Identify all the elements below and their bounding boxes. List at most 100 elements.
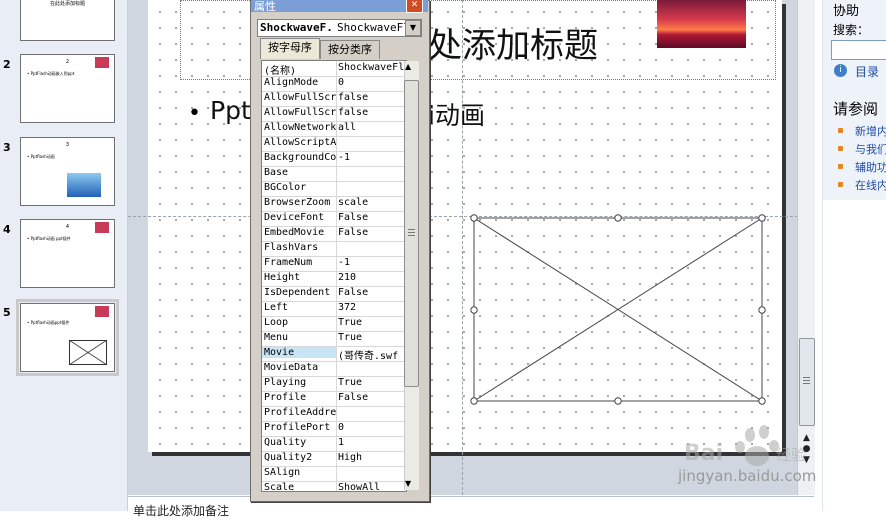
property-value[interactable]: 0 xyxy=(338,422,404,433)
property-name: BackgroundCo xyxy=(264,152,336,163)
property-row[interactable]: BGColor xyxy=(262,181,406,197)
column-divider xyxy=(336,271,337,286)
property-value[interactable]: False xyxy=(338,212,404,223)
property-row[interactable]: ProfilePort 0 xyxy=(262,421,406,437)
property-value[interactable]: -1 xyxy=(338,257,404,268)
slide-title[interactable]: 处添加标题 xyxy=(428,18,598,67)
close-icon[interactable]: ✕ xyxy=(406,0,423,13)
slide-thumbnail-5[interactable]: • Pptflash动画ppt插件 xyxy=(16,299,119,376)
sunset-picture[interactable] xyxy=(657,0,746,48)
flash-object-placeholder[interactable] xyxy=(470,214,766,405)
property-value[interactable]: (哥传奇.swf xyxy=(338,347,404,362)
property-value[interactable]: False xyxy=(338,392,404,403)
slide-thumbnail-3[interactable]: 3 • Pptflash动画 xyxy=(20,137,115,206)
scrollbar-thumb[interactable] xyxy=(799,338,815,426)
see-also-heading: 请参阅 xyxy=(833,100,879,118)
property-row[interactable]: FlashVars xyxy=(262,241,406,257)
property-name: Playing xyxy=(264,377,307,388)
tab-alphabetic[interactable]: 按字母序 xyxy=(260,38,320,59)
property-row[interactable]: Playing True xyxy=(262,376,406,392)
property-row[interactable]: Scale ShowAll xyxy=(262,481,406,491)
property-value[interactable]: 210 xyxy=(338,272,404,283)
thumbnail-title: 在此处添加标题 xyxy=(49,1,85,7)
property-value[interactable]: True xyxy=(338,332,404,343)
property-row[interactable]: DeviceFont False xyxy=(262,211,406,227)
see-also-link[interactable]: 辅助功 xyxy=(855,159,886,175)
property-row[interactable]: Movie (哥传奇.swf xyxy=(262,346,406,362)
property-value[interactable]: True xyxy=(338,317,404,328)
bullet-icon: • xyxy=(188,101,201,126)
scroll-down-icon[interactable]: ▼ xyxy=(405,479,411,488)
see-also-link[interactable]: 新增内 xyxy=(855,123,886,139)
column-divider xyxy=(336,406,337,421)
property-row[interactable]: AllowFullScr false xyxy=(262,106,406,122)
see-also-link[interactable]: 在线内 xyxy=(855,177,886,193)
see-also-link[interactable]: 与我们 xyxy=(855,141,886,157)
property-row[interactable]: (名称) ShockwaveFl xyxy=(262,61,406,77)
watermark-text: jingyan.baidu.com xyxy=(678,467,817,485)
property-grid-scroll-thumb[interactable] xyxy=(404,80,419,387)
property-row[interactable]: Height 210 xyxy=(262,271,406,287)
thumbnail-text: • Pptflash动画 xyxy=(27,154,55,159)
column-divider xyxy=(336,316,337,331)
table-of-contents-link[interactable]: 目录 xyxy=(855,63,879,80)
thumbnail-number: 4 xyxy=(3,223,11,236)
property-row[interactable]: BrowserZoom scale xyxy=(262,196,406,212)
property-value[interactable]: True xyxy=(338,377,404,388)
property-row[interactable]: FrameNum -1 xyxy=(262,256,406,272)
property-value[interactable]: ShockwaveFl xyxy=(338,62,404,73)
property-row[interactable]: Quality2 High xyxy=(262,451,406,467)
slide-thumbnail-2[interactable]: 2 • PptFlash动画嵌入到ppt xyxy=(20,54,115,123)
property-row[interactable]: Profile False xyxy=(262,391,406,407)
tab-categorized[interactable]: 按分类序 xyxy=(320,40,380,59)
bullet-icon xyxy=(838,128,843,133)
table-of-contents-icon[interactable]: i xyxy=(834,64,847,77)
thumbnail-number: 2 xyxy=(3,58,11,71)
property-row[interactable]: AllowScriptA xyxy=(262,136,406,152)
column-divider xyxy=(336,436,337,451)
property-row[interactable]: IsDependent False xyxy=(262,286,406,302)
property-row[interactable]: AllowFullScr false xyxy=(262,91,406,107)
property-value[interactable]: ShowAll xyxy=(338,482,404,491)
column-divider xyxy=(336,361,337,376)
slide-thumbnail-1[interactable]: 在此处添加标题 xyxy=(20,0,115,41)
property-row[interactable]: BackgroundCo -1 xyxy=(262,151,406,167)
property-name: Loop xyxy=(264,317,289,328)
property-row[interactable]: EmbedMovie False xyxy=(262,226,406,242)
property-value[interactable]: all xyxy=(338,122,404,133)
property-row[interactable]: Menu True xyxy=(262,331,406,347)
property-value[interactable]: False xyxy=(338,287,404,298)
search-input[interactable] xyxy=(831,40,886,60)
properties-title-bar[interactable] xyxy=(251,0,428,12)
property-name: Profile xyxy=(264,392,307,403)
property-name: AllowNetwork xyxy=(264,122,336,133)
bullet-text-start[interactable]: Ppt xyxy=(210,96,251,125)
bullet-text-end[interactable]: i动画 xyxy=(428,96,485,132)
property-value[interactable]: 0 xyxy=(338,77,404,88)
property-value[interactable]: 1 xyxy=(338,437,404,448)
property-value[interactable]: false xyxy=(338,92,404,103)
property-value[interactable]: False xyxy=(338,227,404,238)
column-divider xyxy=(336,256,337,271)
chevron-down-icon[interactable]: ▼ xyxy=(405,20,421,36)
property-row[interactable]: MovieData xyxy=(262,361,406,377)
property-row[interactable]: AlignMode 0 xyxy=(262,76,406,92)
slide-thumbnail-4[interactable]: 4 • Pptflash动画 ppt插件 xyxy=(20,219,115,288)
property-value[interactable]: false xyxy=(338,107,404,118)
thumbnail-image xyxy=(95,306,109,317)
property-value[interactable]: -1 xyxy=(338,152,404,163)
property-value[interactable]: High xyxy=(338,452,404,463)
property-value[interactable]: 372 xyxy=(338,302,404,313)
thumbnail-title: 3 xyxy=(65,142,70,148)
property-row[interactable]: ProfileAddre xyxy=(262,406,406,422)
column-divider xyxy=(336,421,337,436)
property-row[interactable]: Quality 1 xyxy=(262,436,406,452)
property-value[interactable]: scale xyxy=(338,197,404,208)
scroll-up-icon[interactable]: ▲ xyxy=(405,62,411,71)
property-row[interactable]: Left 372 xyxy=(262,301,406,317)
property-row[interactable]: SAlign xyxy=(262,466,406,482)
column-divider xyxy=(336,331,337,346)
property-row[interactable]: Loop True xyxy=(262,316,406,332)
property-row[interactable]: AllowNetwork all xyxy=(262,121,406,137)
property-row[interactable]: Base xyxy=(262,166,406,182)
